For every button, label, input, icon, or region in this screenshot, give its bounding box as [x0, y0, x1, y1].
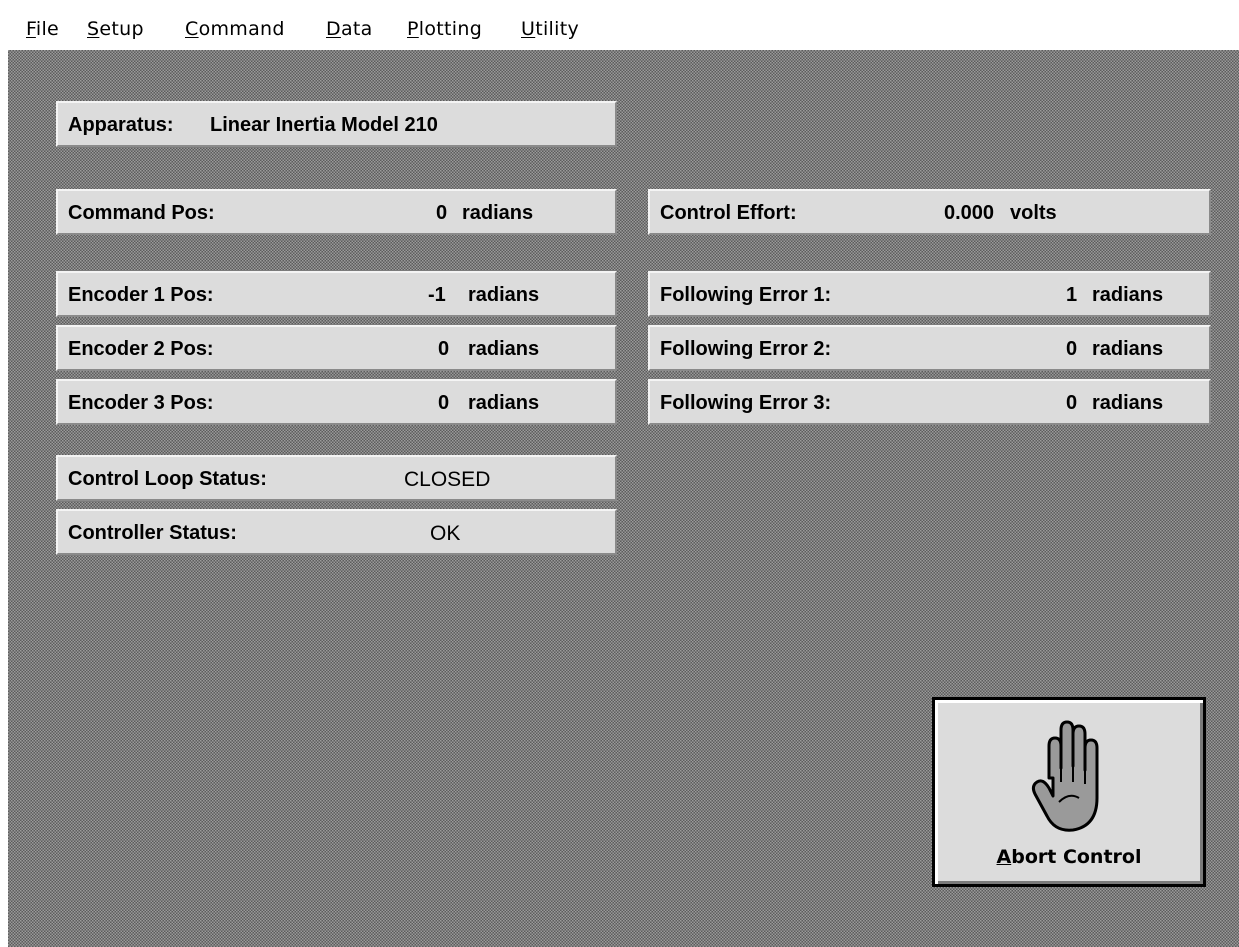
abort-control-button[interactable]: Abort Control: [932, 697, 1206, 887]
following-error-1-label: Following Error 1:: [660, 284, 832, 306]
menu-plotting[interactable]: Plotting: [407, 18, 482, 40]
following-error-1-unit: radians: [1092, 284, 1164, 306]
encoder-1-label: Encoder 1 Pos:: [68, 284, 214, 306]
control-loop-status-value: CLOSED: [404, 468, 491, 491]
menu-bar: File Setup Command Data Plotting Utility: [0, 0, 1239, 50]
following-error-3-value: 0: [1066, 392, 1078, 414]
encoder-2-value: 0: [438, 338, 450, 360]
encoder-1-value: -1: [428, 284, 446, 306]
following-error-3-unit: radians: [1092, 392, 1164, 414]
controller-status-value: OK: [430, 522, 461, 545]
encoder-1-unit: radians: [468, 284, 540, 306]
menu-data[interactable]: Data: [326, 18, 373, 40]
command-pos-panel: Command Pos: 0 radians: [56, 189, 617, 235]
control-effort-value: 0.000: [944, 202, 995, 224]
command-pos-label: Command Pos:: [68, 202, 215, 224]
encoder-3-panel: Encoder 3 Pos: 0 radians: [56, 379, 617, 425]
encoder-2-panel: Encoder 2 Pos: 0 radians: [56, 325, 617, 371]
controller-status-panel: Controller Status: OK: [56, 509, 617, 555]
menu-utility[interactable]: Utility: [521, 18, 579, 40]
abort-control-label: Abort Control: [996, 846, 1142, 868]
apparatus-panel: Apparatus: Linear Inertia Model 210: [56, 101, 617, 147]
encoder-3-unit: radians: [468, 392, 540, 414]
control-effort-label: Control Effort:: [660, 202, 797, 224]
control-loop-status-panel: Control Loop Status: CLOSED: [56, 455, 617, 501]
following-error-1-panel: Following Error 1: 1 radians: [648, 271, 1211, 317]
control-loop-status-label: Control Loop Status:: [68, 468, 267, 490]
control-effort-unit: volts: [1010, 202, 1057, 224]
encoder-2-label: Encoder 2 Pos:: [68, 338, 214, 360]
apparatus-value: Linear Inertia Model 210: [210, 114, 438, 136]
following-error-1-value: 1: [1066, 284, 1078, 306]
encoder-3-label: Encoder 3 Pos:: [68, 392, 214, 414]
encoder-2-unit: radians: [468, 338, 540, 360]
apparatus-label: Apparatus:: [68, 114, 174, 136]
following-error-3-panel: Following Error 3: 0 radians: [648, 379, 1211, 425]
following-error-3-label: Following Error 3:: [660, 392, 832, 414]
encoder-1-panel: Encoder 1 Pos: -1 radians: [56, 271, 617, 317]
hand-stop-icon: [1031, 720, 1099, 832]
following-error-2-value: 0: [1066, 338, 1078, 360]
following-error-2-unit: radians: [1092, 338, 1164, 360]
following-error-2-panel: Following Error 2: 0 radians: [648, 325, 1211, 371]
command-pos-unit: radians: [462, 202, 534, 224]
following-error-2-label: Following Error 2:: [660, 338, 832, 360]
controller-status-label: Controller Status:: [68, 522, 237, 544]
menu-command[interactable]: Command: [185, 18, 285, 40]
menu-setup[interactable]: Setup: [87, 18, 144, 40]
command-pos-value: 0: [436, 202, 448, 224]
control-effort-panel: Control Effort: 0.000 volts: [648, 189, 1211, 235]
encoder-3-value: 0: [438, 392, 450, 414]
menu-file[interactable]: File: [26, 18, 59, 40]
